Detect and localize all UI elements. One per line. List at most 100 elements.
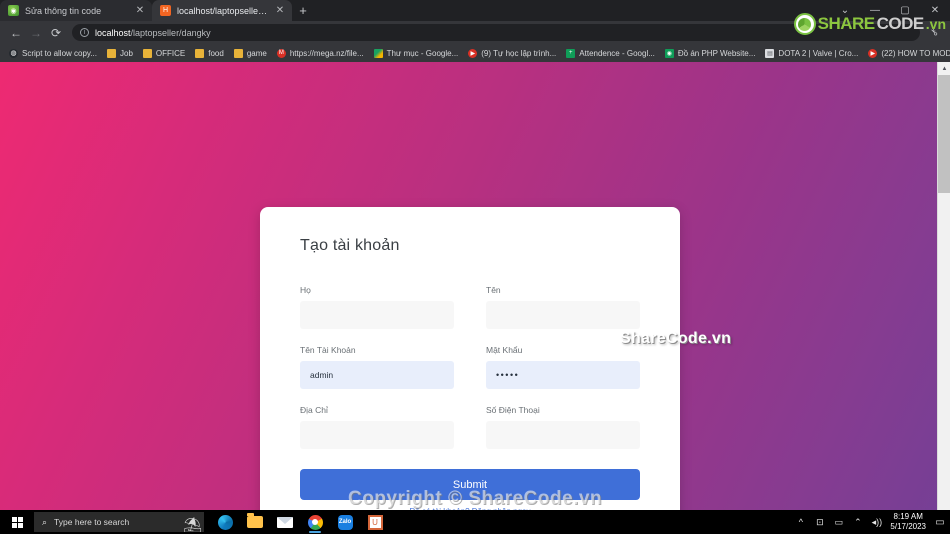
- submit-button[interactable]: Submit: [300, 469, 640, 500]
- taskbar-apps: Zalo U: [210, 510, 390, 534]
- tab-title: Sửa thông tin code: [25, 5, 102, 16]
- github-icon: ◍: [9, 48, 18, 58]
- bookmark-item[interactable]: food: [190, 45, 229, 61]
- bookmark-item[interactable]: ▤ DOTA 2 | Valve | Cro...: [760, 45, 863, 61]
- bookmark-item[interactable]: ◉ Đồ án PHP Website...: [660, 45, 761, 61]
- bookmark-item[interactable]: ▶ (9) Tự học lập trình...: [463, 45, 561, 61]
- zalo-icon: Zalo: [337, 514, 353, 530]
- bookmark-item[interactable]: ◍ Script to allow copy...: [4, 45, 102, 61]
- taskbar-app-file-explorer[interactable]: [240, 510, 270, 534]
- php-favicon: H: [160, 5, 171, 16]
- browser-toolbar: ← → ⟳ i localhost/laptopseller/dangky ⚷: [0, 21, 950, 44]
- bookmark-label: OFFICE: [155, 48, 186, 58]
- bookmark-label: (9) Tự học lập trình...: [481, 48, 557, 58]
- minimize-button[interactable]: —: [860, 0, 890, 20]
- bookmark-item[interactable]: + Attendence - Googl...: [561, 45, 660, 61]
- new-tab-button[interactable]: +: [292, 0, 314, 21]
- taskbar-clock[interactable]: 8:19 AM 5/17/2023: [886, 512, 934, 532]
- taskbar-search[interactable]: ⌕ Type here to search ⛱: [34, 512, 204, 532]
- tab-title: localhost/laptopseller/dangky: [177, 5, 268, 16]
- field-so-dien-thoai: Số Điện Thoại: [486, 405, 640, 449]
- bookmark-label: (22) HOW TO MOD...: [881, 48, 950, 58]
- search-icon: ⌕: [42, 516, 48, 527]
- bookmark-label: Job: [120, 48, 133, 58]
- taskbar-app-edge[interactable]: [210, 510, 240, 534]
- bookmark-label: https://mega.nz/file...: [289, 48, 364, 58]
- address-bar-url: localhost/laptopseller/dangky: [95, 28, 211, 38]
- taskbar-app-chrome[interactable]: [300, 510, 330, 534]
- username-input[interactable]: [300, 361, 454, 389]
- taskbar-app-unity[interactable]: U: [360, 510, 390, 534]
- close-icon[interactable]: ✕: [134, 5, 146, 16]
- taskbar-app-zalo[interactable]: Zalo: [330, 510, 360, 534]
- folder-icon: [195, 48, 205, 58]
- password-input[interactable]: [486, 361, 640, 389]
- field-mat-khau: Mật Khẩu: [486, 345, 640, 389]
- ho-input[interactable]: [300, 301, 454, 329]
- bookmark-item[interactable]: game: [229, 45, 272, 61]
- youtube-icon: ▶: [468, 48, 478, 58]
- browser-tab-2[interactable]: H localhost/laptopseller/dangky ✕: [152, 0, 292, 21]
- field-label: Số Điện Thoại: [486, 405, 540, 415]
- phone-input[interactable]: [486, 421, 640, 449]
- drive-icon: [373, 48, 383, 58]
- tray-wifi-icon[interactable]: ⌃: [848, 510, 867, 534]
- close-window-button[interactable]: ✕: [920, 0, 950, 20]
- sharecode-icon: ◉: [664, 48, 674, 58]
- field-label: Địa Chỉ: [300, 405, 328, 415]
- field-ho: Họ: [300, 285, 454, 329]
- tab-search-icon[interactable]: ⌄: [830, 0, 860, 20]
- tray-battery-icon[interactable]: ▭: [829, 510, 848, 534]
- beach-illustration-icon: ⛱: [182, 517, 202, 532]
- scroll-up-icon[interactable]: ▲: [938, 62, 950, 75]
- url-host: localhost: [95, 27, 131, 38]
- scrollbar-thumb[interactable]: [938, 75, 950, 193]
- bookmark-label: Thư mục - Google...: [386, 48, 459, 58]
- bookmark-item[interactable]: ▶ (22) HOW TO MOD...: [863, 45, 950, 61]
- field-label: Tên Tài Khoản: [300, 345, 356, 355]
- page-scrollbar[interactable]: ▲: [937, 62, 950, 510]
- clock-date: 5/17/2023: [890, 522, 926, 531]
- bookmark-label: game: [246, 48, 267, 58]
- sheets-icon: +: [566, 48, 576, 58]
- reload-icon[interactable]: ⟳: [46, 23, 66, 43]
- bookmark-item[interactable]: OFFICE: [138, 45, 190, 61]
- bookmark-item[interactable]: Thư mục - Google...: [369, 45, 464, 61]
- browser-tab-strip: ◉ Sửa thông tin code ✕ H localhost/lapto…: [0, 0, 950, 21]
- taskbar-app-mail[interactable]: [270, 510, 300, 534]
- notification-center-icon[interactable]: ▭: [934, 510, 946, 534]
- folder-icon: [233, 48, 243, 58]
- field-dia-chi: Địa Chỉ: [300, 405, 454, 449]
- windows-icon: [11, 516, 23, 528]
- forward-icon[interactable]: →: [26, 23, 46, 43]
- bookmark-item[interactable]: Job: [102, 45, 138, 61]
- mega-icon: M: [276, 48, 286, 58]
- field-ten-tai-khoan: Tên Tài Khoản: [300, 345, 454, 389]
- unity-icon: U: [367, 514, 383, 530]
- tray-expand-icon[interactable]: ^: [791, 510, 810, 534]
- ten-input[interactable]: [486, 301, 640, 329]
- field-ten: Tên: [486, 285, 640, 329]
- field-label: Mật Khẩu: [486, 345, 523, 355]
- maximize-button[interactable]: ▢: [890, 0, 920, 20]
- browser-tab-1[interactable]: ◉ Sửa thông tin code ✕: [0, 0, 152, 21]
- password-key-icon[interactable]: ⚷: [924, 23, 944, 43]
- page-viewport: Tạo tài khoản Họ Tên Tên Tài Khoản Mật K…: [0, 62, 950, 510]
- address-bar[interactable]: i localhost/laptopseller/dangky: [72, 24, 920, 41]
- back-icon[interactable]: ←: [6, 23, 26, 43]
- youtube-icon: ▶: [868, 48, 878, 58]
- window-controls: ⌄ — ▢ ✕: [830, 0, 950, 20]
- screen: ◉ Sửa thông tin code ✕ H localhost/lapto…: [0, 0, 950, 534]
- registration-form: Họ Tên Tên Tài Khoản Mật Khẩu Địa Chỉ: [300, 285, 640, 510]
- site-info-icon[interactable]: i: [80, 28, 89, 37]
- search-placeholder: Type here to search: [54, 517, 130, 527]
- tray-display-icon[interactable]: ⊡: [810, 510, 829, 534]
- bookmark-label: food: [208, 48, 224, 58]
- tray-volume-icon[interactable]: ◂)): [867, 510, 886, 534]
- address-input[interactable]: [300, 421, 454, 449]
- start-button[interactable]: [0, 510, 34, 534]
- bookmark-label: Attendence - Googl...: [579, 48, 655, 58]
- close-icon[interactable]: ✕: [274, 5, 286, 16]
- sharecode-favicon: ◉: [8, 5, 19, 16]
- bookmark-item[interactable]: M https://mega.nz/file...: [272, 45, 369, 61]
